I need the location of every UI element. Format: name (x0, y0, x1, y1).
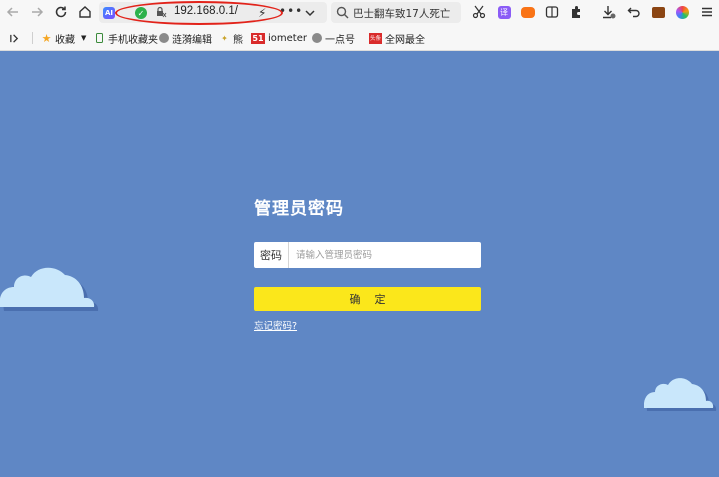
confirm-button[interactable]: 确定 (254, 287, 481, 311)
password-field: 密码 (254, 242, 481, 268)
menu-icon[interactable] (699, 4, 715, 20)
lightning-icon[interactable]: ⚡ (258, 6, 266, 20)
phone-icon (94, 33, 105, 44)
badge-icon: 头条 (369, 32, 382, 44)
scissors-icon[interactable] (471, 4, 487, 20)
bookmark-favorites[interactable]: ★ 收藏 ▼ (41, 31, 87, 46)
undo-icon[interactable] (626, 4, 642, 20)
reader-icon[interactable] (544, 4, 560, 20)
bookmark-label: 全网最全 (385, 34, 425, 46)
search-box[interactable]: 巴士翻车致17人死亡 (331, 2, 461, 23)
bookmark-label: 一点号 (325, 34, 355, 46)
cloud-decoration (0, 267, 99, 311)
url-text[interactable]: 192.168.0.1/ (174, 5, 238, 17)
insecure-lock-icon[interactable] (155, 6, 167, 18)
password-label: 密码 (254, 242, 289, 268)
back-arrow-icon (6, 7, 18, 17)
home-button[interactable] (75, 2, 95, 22)
globe-icon (158, 33, 169, 44)
chevron-down-icon[interactable] (304, 7, 316, 19)
more-icon[interactable]: ••• (279, 4, 303, 18)
reload-icon (55, 6, 67, 18)
forward-button[interactable] (27, 2, 47, 22)
bookmark-label: 收藏 (55, 34, 75, 46)
extensions-icon[interactable] (568, 4, 584, 20)
51-logo-icon: 51 (251, 32, 265, 44)
globe-icon (311, 33, 322, 44)
sidebar-toggle-icon[interactable] (9, 31, 20, 45)
game-icon[interactable] (520, 4, 536, 20)
bookmark-label: 熊 (233, 34, 243, 46)
bookmark-xiong[interactable]: ✦ 熊 (219, 31, 243, 46)
forward-arrow-icon (32, 7, 44, 17)
bookmark-lianyi[interactable]: 涟漪编辑 (158, 31, 212, 46)
caret-down-icon: ▼ (81, 34, 87, 42)
cloud-decoration (644, 378, 717, 411)
router-login-page: 管理员密码 密码 确定 忘记密码? (0, 51, 719, 477)
colorful-app-icon[interactable] (674, 4, 690, 20)
browser-toolbar: AI ✓ 192.168.0.1/ ⚡ ••• 巴士翻车致17人死亡 译 (0, 0, 719, 25)
bookmark-iometer[interactable]: 51 iometer (251, 31, 307, 45)
ai-icon[interactable]: AI (103, 7, 115, 19)
star-icon: ★ (41, 31, 52, 45)
bookmark-label: iometer (268, 32, 307, 44)
bookmark-label: 涟漪编辑 (172, 34, 212, 46)
forgot-password-link[interactable]: 忘记密码? (254, 318, 297, 332)
bookmark-yidianhao[interactable]: 一点号 (311, 31, 355, 46)
address-bar[interactable]: AI ✓ 192.168.0.1/ ⚡ ••• (99, 2, 327, 23)
password-input[interactable] (289, 242, 481, 268)
leaf-icon: ✦ (221, 33, 228, 43)
briefcase-icon[interactable] (650, 4, 666, 20)
search-text: 巴士翻车致17人死亡 (353, 8, 451, 20)
bookmark-mobile[interactable]: 手机收藏夹 (94, 31, 158, 46)
bookmarks-separator (32, 32, 33, 44)
bookmarks-bar: ★ 收藏 ▼ 手机收藏夹 涟漪编辑 ✦ 熊 51 iometer 一点号 头条 … (0, 25, 719, 51)
shield-icon[interactable]: ✓ (135, 7, 147, 19)
bookmark-quanwang[interactable]: 头条 全网最全 (369, 31, 425, 46)
bookmark-label: 手机收藏夹 (108, 34, 158, 46)
page-title: 管理员密码 (254, 199, 344, 219)
search-icon (336, 6, 349, 19)
translate-icon[interactable]: 译 (496, 4, 512, 20)
reload-button[interactable] (51, 2, 71, 22)
back-button[interactable] (3, 2, 23, 22)
download-icon[interactable] (601, 4, 617, 20)
home-icon (79, 6, 91, 18)
